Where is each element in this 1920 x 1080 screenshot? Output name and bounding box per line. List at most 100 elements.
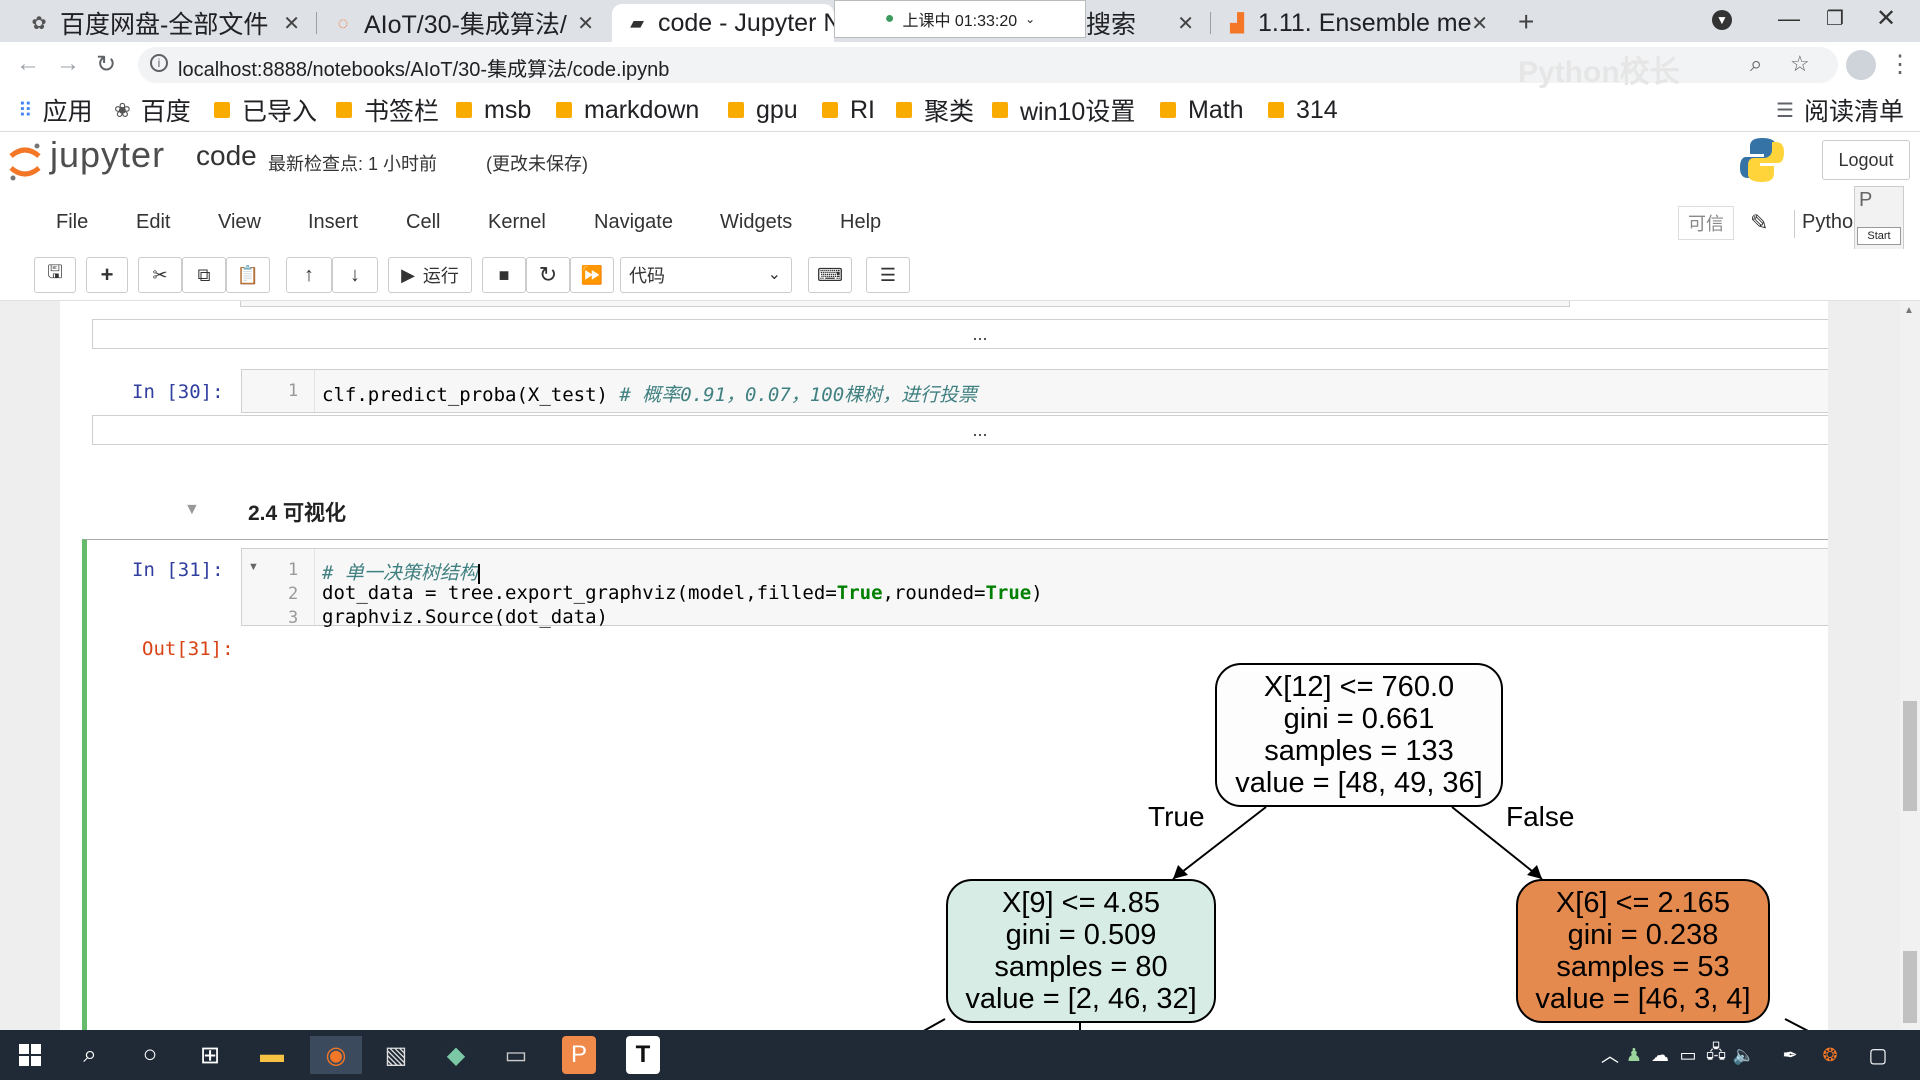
bookmark-ri[interactable]: RI bbox=[822, 94, 875, 126]
move-down-button[interactable]: ↓ bbox=[332, 257, 378, 293]
folder-icon bbox=[1160, 102, 1176, 118]
reload-icon[interactable]: ↻ bbox=[96, 50, 116, 79]
restart-button[interactable]: ↻ bbox=[526, 257, 570, 293]
back-icon[interactable]: ← bbox=[16, 50, 40, 78]
bookmark-label: 314 bbox=[1296, 95, 1338, 124]
menu-navigate[interactable]: Navigate bbox=[594, 211, 673, 234]
copy-button[interactable]: ⧉ bbox=[182, 257, 226, 293]
tab-search[interactable]: 搜索 ✕ bbox=[1086, 4, 1208, 42]
apps-grid-icon: ⠿ bbox=[18, 99, 33, 122]
terminal-icon[interactable]: ▭ bbox=[496, 1036, 536, 1074]
floating-overlay-widget[interactable]: P Start bbox=[1854, 186, 1904, 250]
bookmark-apps[interactable]: ⠿ 应用 bbox=[18, 94, 93, 126]
scroll-up-icon[interactable]: ▲ bbox=[1904, 305, 1914, 316]
bookmark-math[interactable]: Math bbox=[1160, 94, 1244, 126]
bookmark-label: 应用 bbox=[42, 98, 93, 126]
paste-icon: 📋 bbox=[236, 264, 260, 285]
tab-baidu-pan[interactable]: ✿ 百度网盘-全部文件 ✕ bbox=[14, 4, 314, 42]
volume-icon[interactable]: 🔈 bbox=[1724, 1036, 1764, 1074]
forward-icon[interactable]: → bbox=[56, 50, 80, 78]
star-icon[interactable]: ☆ bbox=[1790, 51, 1810, 77]
typora-icon[interactable]: T bbox=[626, 1036, 660, 1074]
tab-title: 1.11. Ensemble me bbox=[1258, 8, 1472, 37]
menu-file[interactable]: File bbox=[56, 211, 88, 234]
bookmark-label: win10设置 bbox=[1020, 98, 1136, 126]
pen-icon[interactable]: ✒ bbox=[1770, 1036, 1810, 1074]
new-tab-button[interactable]: + bbox=[1518, 6, 1534, 38]
cut-button[interactable]: ✂ bbox=[138, 257, 182, 293]
tab-ensemble-methods[interactable]: ▟ 1.11. Ensemble me ✕ bbox=[1212, 4, 1502, 42]
vertical-scrollbar[interactable]: ▲ bbox=[1900, 301, 1920, 1030]
menu-divider bbox=[1794, 210, 1795, 238]
menu-insert[interactable]: Insert bbox=[308, 211, 358, 234]
run-button[interactable]: ▶ 运行 bbox=[388, 257, 472, 293]
search-icon[interactable]: ⌕ bbox=[70, 1036, 110, 1074]
bookmark-label: 已导入 bbox=[242, 98, 318, 126]
menu-kernel[interactable]: Kernel bbox=[488, 211, 546, 234]
window-close-icon[interactable]: ✕ bbox=[1876, 4, 1896, 33]
bookmark-markdown[interactable]: markdown bbox=[556, 94, 699, 126]
toc-button[interactable]: ☰ bbox=[866, 257, 910, 293]
cortana-icon[interactable]: ○ bbox=[130, 1036, 170, 1074]
close-icon[interactable]: ✕ bbox=[1471, 11, 1488, 36]
tab-search-icon[interactable]: ▼ bbox=[1712, 10, 1732, 30]
ppt-app-icon[interactable]: P bbox=[562, 1036, 596, 1074]
zoom-icon[interactable]: ⌕ bbox=[1750, 51, 1762, 77]
bookmark-win10[interactable]: win10设置 bbox=[992, 94, 1135, 126]
save-button[interactable]: 🖫 bbox=[34, 257, 76, 293]
jupyter-logo-icon[interactable] bbox=[8, 140, 42, 184]
paste-button[interactable]: 📋 bbox=[226, 257, 270, 293]
tray-orange-icon[interactable]: ❂ bbox=[1810, 1036, 1850, 1074]
site-info-icon[interactable]: i bbox=[150, 54, 168, 72]
image-app-icon[interactable]: ▧ bbox=[376, 1036, 416, 1074]
close-icon[interactable]: ✕ bbox=[1177, 11, 1194, 36]
tab-title: code - Jupyter N bbox=[658, 8, 834, 37]
media-app-icon[interactable]: ◆ bbox=[436, 1036, 476, 1074]
scissors-icon: ✂ bbox=[152, 264, 168, 285]
scrollbar-thumb[interactable] bbox=[1903, 701, 1917, 811]
profile-avatar[interactable] bbox=[1846, 50, 1876, 80]
watermark-text: Python校长 bbox=[1518, 56, 1680, 89]
scrollbar-thumb-secondary[interactable] bbox=[1903, 951, 1917, 1023]
reading-list[interactable]: ☰ 阅读清单 bbox=[1776, 94, 1904, 126]
bookmark-msb[interactable]: msb bbox=[456, 94, 531, 126]
command-palette-button[interactable]: ⌨ bbox=[808, 257, 852, 293]
close-icon[interactable]: ✕ bbox=[577, 11, 594, 36]
recording-timer-badge[interactable]: ● 上课中 01:33:20 ⌄ bbox=[834, 0, 1086, 38]
interrupt-button[interactable]: ■ bbox=[482, 257, 526, 293]
trusted-indicator[interactable]: 可信 bbox=[1678, 206, 1734, 240]
bookmark-314[interactable]: 314 bbox=[1268, 94, 1338, 126]
tab-aiot-folder[interactable]: ◌ AIoT/30-集成算法/ ✕ bbox=[318, 4, 608, 42]
more-menu-icon[interactable]: ⋮ bbox=[1888, 50, 1912, 79]
menu-help[interactable]: Help bbox=[840, 211, 881, 234]
address-bar[interactable]: i localhost:8888/notebooks/AIoT/30-集成算法/… bbox=[138, 47, 1838, 89]
file-explorer-icon[interactable]: ▬ bbox=[252, 1036, 292, 1074]
move-up-button[interactable]: ↑ bbox=[286, 257, 332, 293]
menu-view[interactable]: View bbox=[218, 211, 261, 234]
bookmark-gpu[interactable]: gpu bbox=[728, 94, 798, 126]
notifications-icon[interactable]: ▢ bbox=[1858, 1036, 1898, 1074]
arrow-down-icon: ↓ bbox=[350, 263, 360, 286]
restart-run-all-button[interactable]: ⏩ bbox=[570, 257, 614, 293]
cell-type-select[interactable]: 代码 ⌄ bbox=[620, 257, 792, 293]
close-icon[interactable]: ✕ bbox=[283, 11, 300, 36]
kernel-name[interactable]: Pytho bbox=[1802, 211, 1853, 234]
restore-icon[interactable]: ❐ bbox=[1826, 6, 1844, 31]
overlay-start-button[interactable]: Start bbox=[1857, 227, 1901, 245]
notebook-name[interactable]: code bbox=[196, 140, 257, 172]
menu-cell[interactable]: Cell bbox=[406, 211, 440, 234]
menu-widgets[interactable]: Widgets bbox=[720, 211, 792, 234]
tab-code-jupyter[interactable]: ▰ code - Jupyter N bbox=[612, 4, 834, 42]
minimize-icon[interactable]: — bbox=[1778, 6, 1800, 32]
task-view-icon[interactable]: ⊞ bbox=[190, 1036, 230, 1074]
edge-left-child-line bbox=[923, 1018, 946, 1030]
bookmark-clustering[interactable]: 聚类 bbox=[896, 94, 974, 126]
windows-start-icon[interactable] bbox=[10, 1036, 50, 1074]
logout-button[interactable]: Logout bbox=[1822, 140, 1910, 180]
bookmark-imported[interactable]: 已导入 bbox=[214, 94, 317, 126]
bookmark-bar-folder[interactable]: 书签栏 bbox=[336, 94, 439, 126]
chrome-taskbar-icon[interactable]: ◉ bbox=[310, 1036, 362, 1074]
menu-edit[interactable]: Edit bbox=[136, 211, 170, 234]
bookmark-baidu[interactable]: ❀ 百度 bbox=[114, 94, 191, 126]
insert-cell-button[interactable]: + bbox=[86, 257, 128, 293]
